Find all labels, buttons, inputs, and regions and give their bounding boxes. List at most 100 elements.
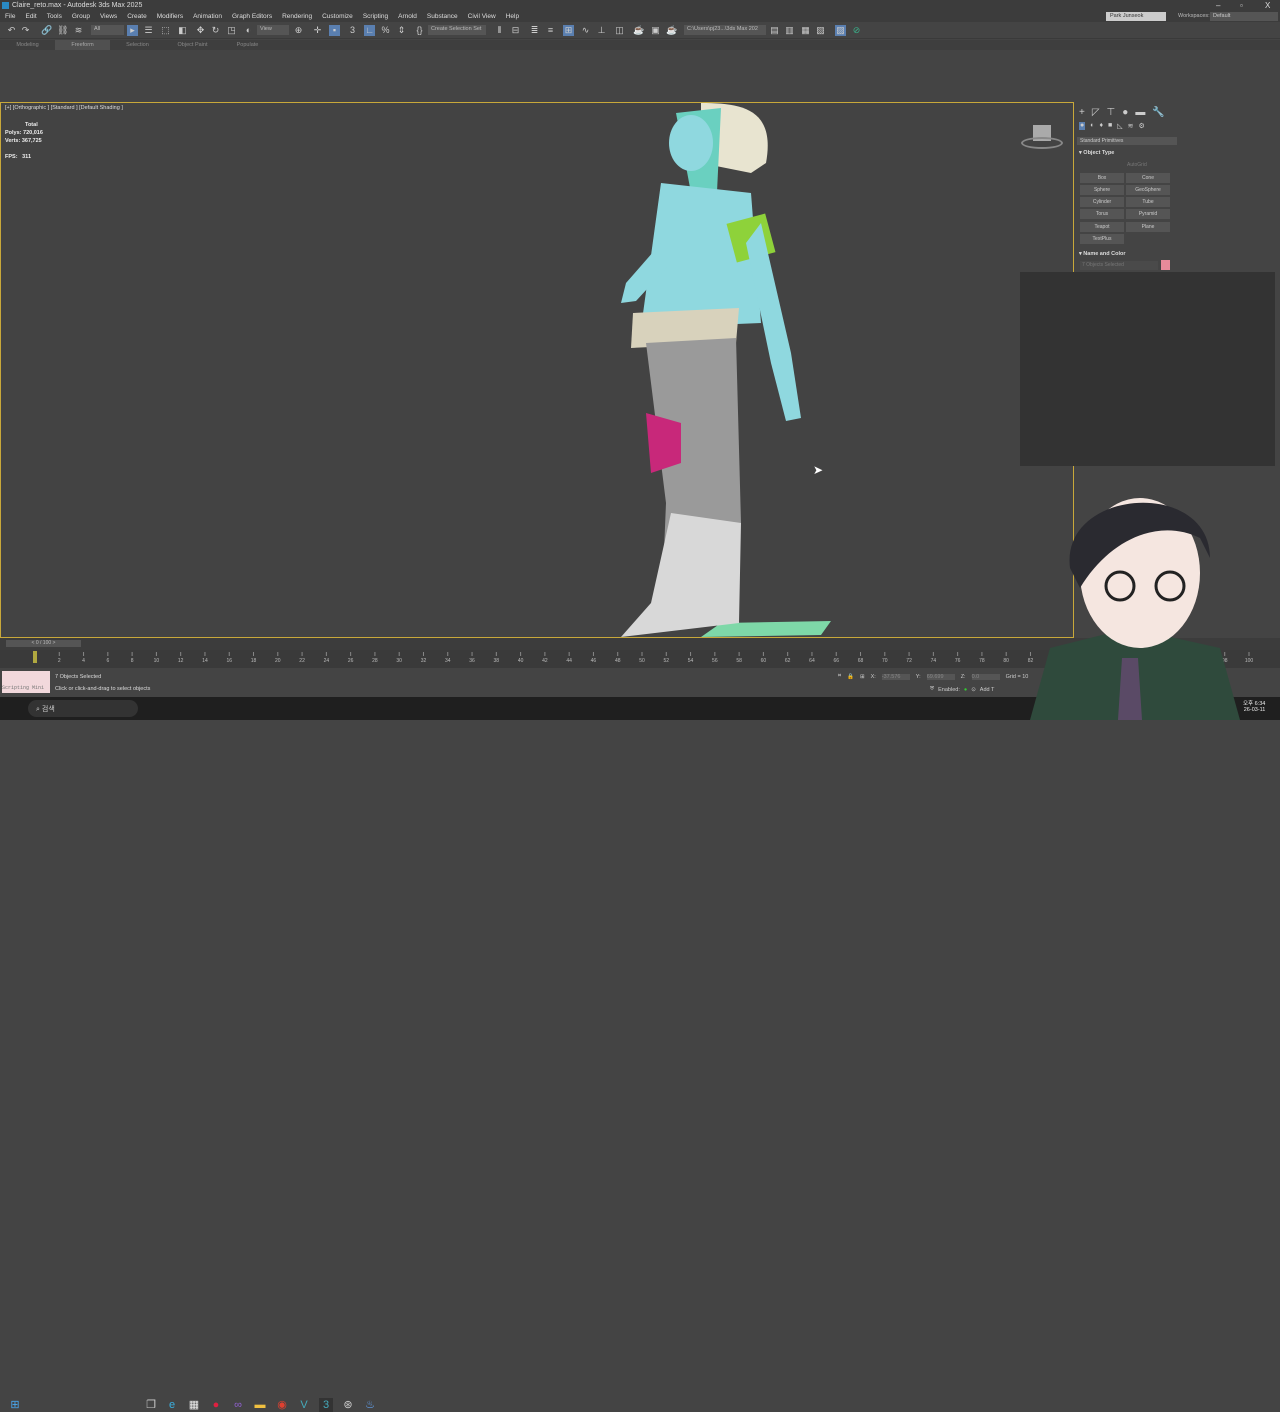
menu-group[interactable]: Group [67,11,95,22]
redo-icon[interactable]: ↷ [20,25,31,36]
curve-editor-icon[interactable]: ∿ [580,25,591,36]
render-icon[interactable]: ☕ [666,25,677,36]
hold-icon[interactable]: ▧ [815,25,826,36]
cylinder-button[interactable]: Cylinder [1080,197,1124,207]
next-frame[interactable]: > [53,640,56,646]
torus-button[interactable]: Torus [1080,209,1124,219]
menu-views[interactable]: Views [95,11,122,22]
edge-icon[interactable]: e [165,1398,179,1412]
store-icon[interactable]: ▦ [187,1398,201,1412]
teapot-button[interactable]: Teapot [1080,222,1124,232]
tube-button[interactable]: Tube [1126,197,1170,207]
pivot-icon[interactable]: ⊕ [293,25,304,36]
angle-snap-icon[interactable]: ∟ [364,25,375,36]
geosphere-button[interactable]: GeoSphere [1126,185,1170,195]
spinner-snap-icon[interactable]: ⇕ [396,25,407,36]
object-type-rollout[interactable]: ▾ Object Type [1079,150,1114,156]
time-slider[interactable]: < 0 / 100 > [6,640,81,647]
undo-icon[interactable]: ↶ [6,25,17,36]
time-tag-icon[interactable]: ⊙ [971,687,976,693]
material-editor-icon[interactable]: ◫ [614,25,625,36]
viewcube-ring[interactable] [1021,137,1063,149]
scale-icon[interactable]: ◳ [226,25,237,36]
autobackup-icon[interactable]: ▨ [835,25,846,36]
menu-create[interactable]: Create [122,11,152,22]
rendered-frame-icon[interactable]: ▣ [650,25,661,36]
spacewarps-icon[interactable]: ≋ [1128,122,1134,130]
placement-icon[interactable]: ◐ [243,25,254,36]
absolute-mode-icon[interactable]: ⊞ [860,674,865,680]
enabled-dot-icon[interactable]: ● [964,687,967,693]
helpers-icon[interactable]: ◺ [1117,122,1122,130]
category-dropdown[interactable]: Standard Primitives [1077,137,1177,145]
y-field[interactable]: 69.699 [926,673,955,680]
motion-tab-icon[interactable]: ● [1122,107,1128,118]
minimize-button[interactable]: – [1216,1,1220,10]
ribbon-toggle-icon[interactable]: ⊞ [563,25,574,36]
edit-named-selection-icon[interactable]: {} [414,25,425,36]
render-setup-icon[interactable]: ☕ [633,25,644,36]
save-icon[interactable]: ▦ [800,25,811,36]
vroid-icon[interactable]: V [297,1398,311,1412]
account-dropdown[interactable]: Park Junseok [1106,12,1166,21]
sphere-button[interactable]: Sphere [1080,185,1124,195]
cameras-icon[interactable]: ■ [1108,122,1112,130]
task-view-icon[interactable]: ❐ [144,1398,158,1412]
select-by-name-icon[interactable]: ☰ [143,25,154,36]
box-button[interactable]: Box [1080,173,1124,183]
menu-rendering[interactable]: Rendering [277,11,317,22]
move-icon[interactable]: ✥ [195,25,206,36]
menu-edit[interactable]: Edit [20,11,41,22]
menu-tools[interactable]: Tools [42,11,67,22]
keyboard-shortcut-icon[interactable]: ▪ [329,25,340,36]
taskbar-search[interactable]: ⌕ 검색 [28,700,138,717]
maxscript-mini-listener[interactable]: Scripting Mini [2,671,50,693]
menu-civil-view[interactable]: Civil View [463,11,501,22]
rotate-icon[interactable]: ↻ [210,25,221,36]
unlink-icon[interactable]: ⛓ [57,25,68,36]
layer-explorer-icon[interactable]: ≡ [545,25,556,36]
file-explorer-icon[interactable]: ▬ [253,1398,267,1412]
menu-file[interactable]: File [0,11,20,22]
steam-icon[interactable]: ♨ [363,1398,377,1412]
reference-coord-dropdown[interactable]: View [257,25,289,35]
x-field[interactable]: -37.576 [881,673,910,680]
named-selection-dropdown[interactable]: Create Selection Set [428,25,486,35]
bind-spacewarp-icon[interactable]: ≋ [73,25,84,36]
add-time-tag[interactable]: Add T [980,687,995,693]
pyramid-button[interactable]: Pyramid [1126,209,1170,219]
autogrid-checkbox[interactable]: AutoGrid [1127,162,1147,168]
menu-arnold[interactable]: Arnold [393,11,422,22]
project-folder-icon[interactable]: ▤ [769,25,780,36]
select-object-icon[interactable]: ▸ [127,25,138,36]
tab-selection[interactable]: Selection [110,40,165,50]
menu-animation[interactable]: Animation [188,11,227,22]
close-button[interactable]: X [1265,1,1270,10]
tab-object-paint[interactable]: Object Paint [165,40,220,50]
app-clock-icon[interactable]: ⊛ [341,1398,355,1412]
character-model[interactable] [1,103,1074,638]
hierarchy-tab-icon[interactable]: ⊤ [1107,107,1116,118]
plane-button[interactable]: Plane [1126,222,1170,232]
check-icon[interactable]: ⊘ [851,25,862,36]
menu-substance[interactable]: Substance [422,11,463,22]
systems-icon[interactable]: ⚙ [1139,122,1145,130]
percent-snap-icon[interactable]: % [380,25,391,36]
tab-modeling[interactable]: Modeling [0,40,55,50]
modify-tab-icon[interactable]: ◸ [1092,107,1100,118]
snap-3d-icon[interactable]: 3 [347,25,358,36]
windows-start-icon[interactable]: ⊞ [8,1398,22,1412]
maximize-button[interactable]: ▫ [1240,1,1243,10]
shapes-icon[interactable]: ◐ [1090,122,1094,130]
time-slider-key[interactable] [33,651,37,663]
mirror-icon[interactable]: ⫴ [494,25,505,36]
geometry-icon[interactable]: ● [1079,122,1086,130]
open-folder-icon[interactable]: ▥ [784,25,795,36]
utilities-tab-icon[interactable]: 🔧 [1152,107,1164,118]
viewport-orthographic[interactable]: [+] [Orthographic ] [Standard ] [Default… [0,102,1074,638]
menu-graph-editors[interactable]: Graph Editors [227,11,277,22]
schematic-view-icon[interactable]: ⊥ [596,25,607,36]
chrome-icon[interactable]: ◉ [275,1398,289,1412]
viewcube[interactable] [1021,125,1063,153]
3dsmax-icon[interactable]: 3 [319,1398,333,1412]
